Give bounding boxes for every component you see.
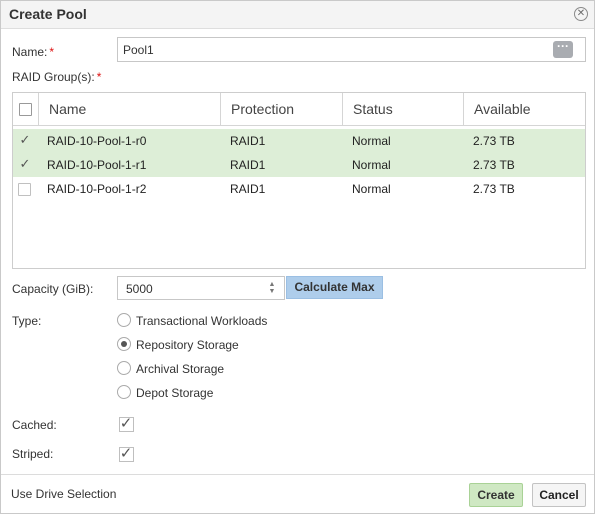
raid-groups-grid: Name Protection Status Available ✓ RAID-… (12, 92, 586, 269)
capacity-label: Capacity (GiB): (12, 282, 94, 296)
row-name: RAID-10-Pool-1-r2 (47, 182, 147, 196)
grid-header: Name Protection Status Available (13, 93, 585, 126)
cached-checkbox[interactable]: ✓ (119, 416, 134, 432)
radio-label-repository-storage[interactable]: Repository Storage (136, 338, 239, 352)
select-all-checkbox[interactable] (19, 103, 32, 116)
radio-depot-storage[interactable] (117, 385, 131, 399)
row-available: 2.73 TB (473, 158, 515, 172)
striped-label: Striped: (12, 447, 54, 461)
raid-groups-label: RAID Group(s): * (12, 70, 102, 84)
radio-transactional-workloads[interactable] (117, 313, 131, 327)
row-status: Normal (352, 182, 391, 196)
more-options-button[interactable]: ··· (553, 40, 573, 58)
dialog-footer: Use Drive Selection Create Cancel (1, 474, 594, 513)
create-button[interactable]: Create (469, 483, 523, 507)
required-mark: * (49, 45, 55, 59)
name-label: Name: * (12, 45, 55, 59)
column-header-name[interactable]: Name (38, 93, 220, 126)
row-name: RAID-10-Pool-1-r0 (47, 134, 147, 148)
table-row[interactable]: ✓ RAID-10-Pool-1-r0 RAID1 Normal 2.73 TB (13, 129, 585, 153)
striped-checkbox[interactable]: ✓ (119, 446, 134, 462)
radio-label-archival-storage[interactable]: Archival Storage (136, 362, 224, 376)
column-header-protection[interactable]: Protection (220, 93, 342, 126)
cached-label: Cached: (12, 418, 57, 432)
name-field[interactable]: Pool1 ··· (117, 37, 586, 62)
row-checkbox[interactable] (18, 183, 31, 196)
create-pool-dialog: Create Pool ✕ Name: * Pool1 ··· RAID Grou… (0, 0, 595, 514)
row-available: 2.73 TB (473, 182, 515, 196)
radio-label-transactional-workloads[interactable]: Transactional Workloads (136, 314, 267, 328)
row-status: Normal (352, 158, 391, 172)
row-status: Normal (352, 134, 391, 148)
cancel-button[interactable]: Cancel (532, 483, 586, 507)
row-available: 2.73 TB (473, 134, 515, 148)
table-row[interactable]: ✓ RAID-10-Pool-1-r1 RAID1 Normal 2.73 TB (13, 153, 585, 177)
row-protection: RAID1 (230, 134, 266, 148)
capacity-stepper[interactable]: 5000 ▲ ▼ (117, 276, 285, 300)
row-checkbox-checked[interactable]: ✓ (18, 133, 32, 147)
dialog-titlebar: Create Pool ✕ (1, 1, 594, 29)
radio-repository-storage[interactable] (117, 337, 131, 351)
row-name: RAID-10-Pool-1-r1 (47, 158, 147, 172)
table-row[interactable]: RAID-10-Pool-1-r2 RAID1 Normal 2.73 TB (13, 177, 585, 201)
spinner-arrows-icon[interactable]: ▲ ▼ (268, 281, 276, 295)
close-icon[interactable]: ✕ (574, 7, 588, 21)
column-header-status[interactable]: Status (342, 93, 463, 126)
type-label: Type: (12, 314, 42, 328)
use-drive-selection-link[interactable]: Use Drive Selection (11, 487, 116, 501)
row-protection: RAID1 (230, 182, 266, 196)
radio-label-depot-storage[interactable]: Depot Storage (136, 386, 213, 400)
name-value: Pool1 (123, 43, 154, 57)
capacity-value: 5000 (126, 282, 153, 296)
column-header-available[interactable]: Available (463, 93, 585, 126)
dialog-title: Create Pool (9, 6, 87, 22)
row-protection: RAID1 (230, 158, 266, 172)
row-checkbox-checked[interactable]: ✓ (18, 157, 32, 171)
radio-archival-storage[interactable] (117, 361, 131, 375)
calculate-max-button[interactable]: Calculate Max (286, 276, 383, 299)
